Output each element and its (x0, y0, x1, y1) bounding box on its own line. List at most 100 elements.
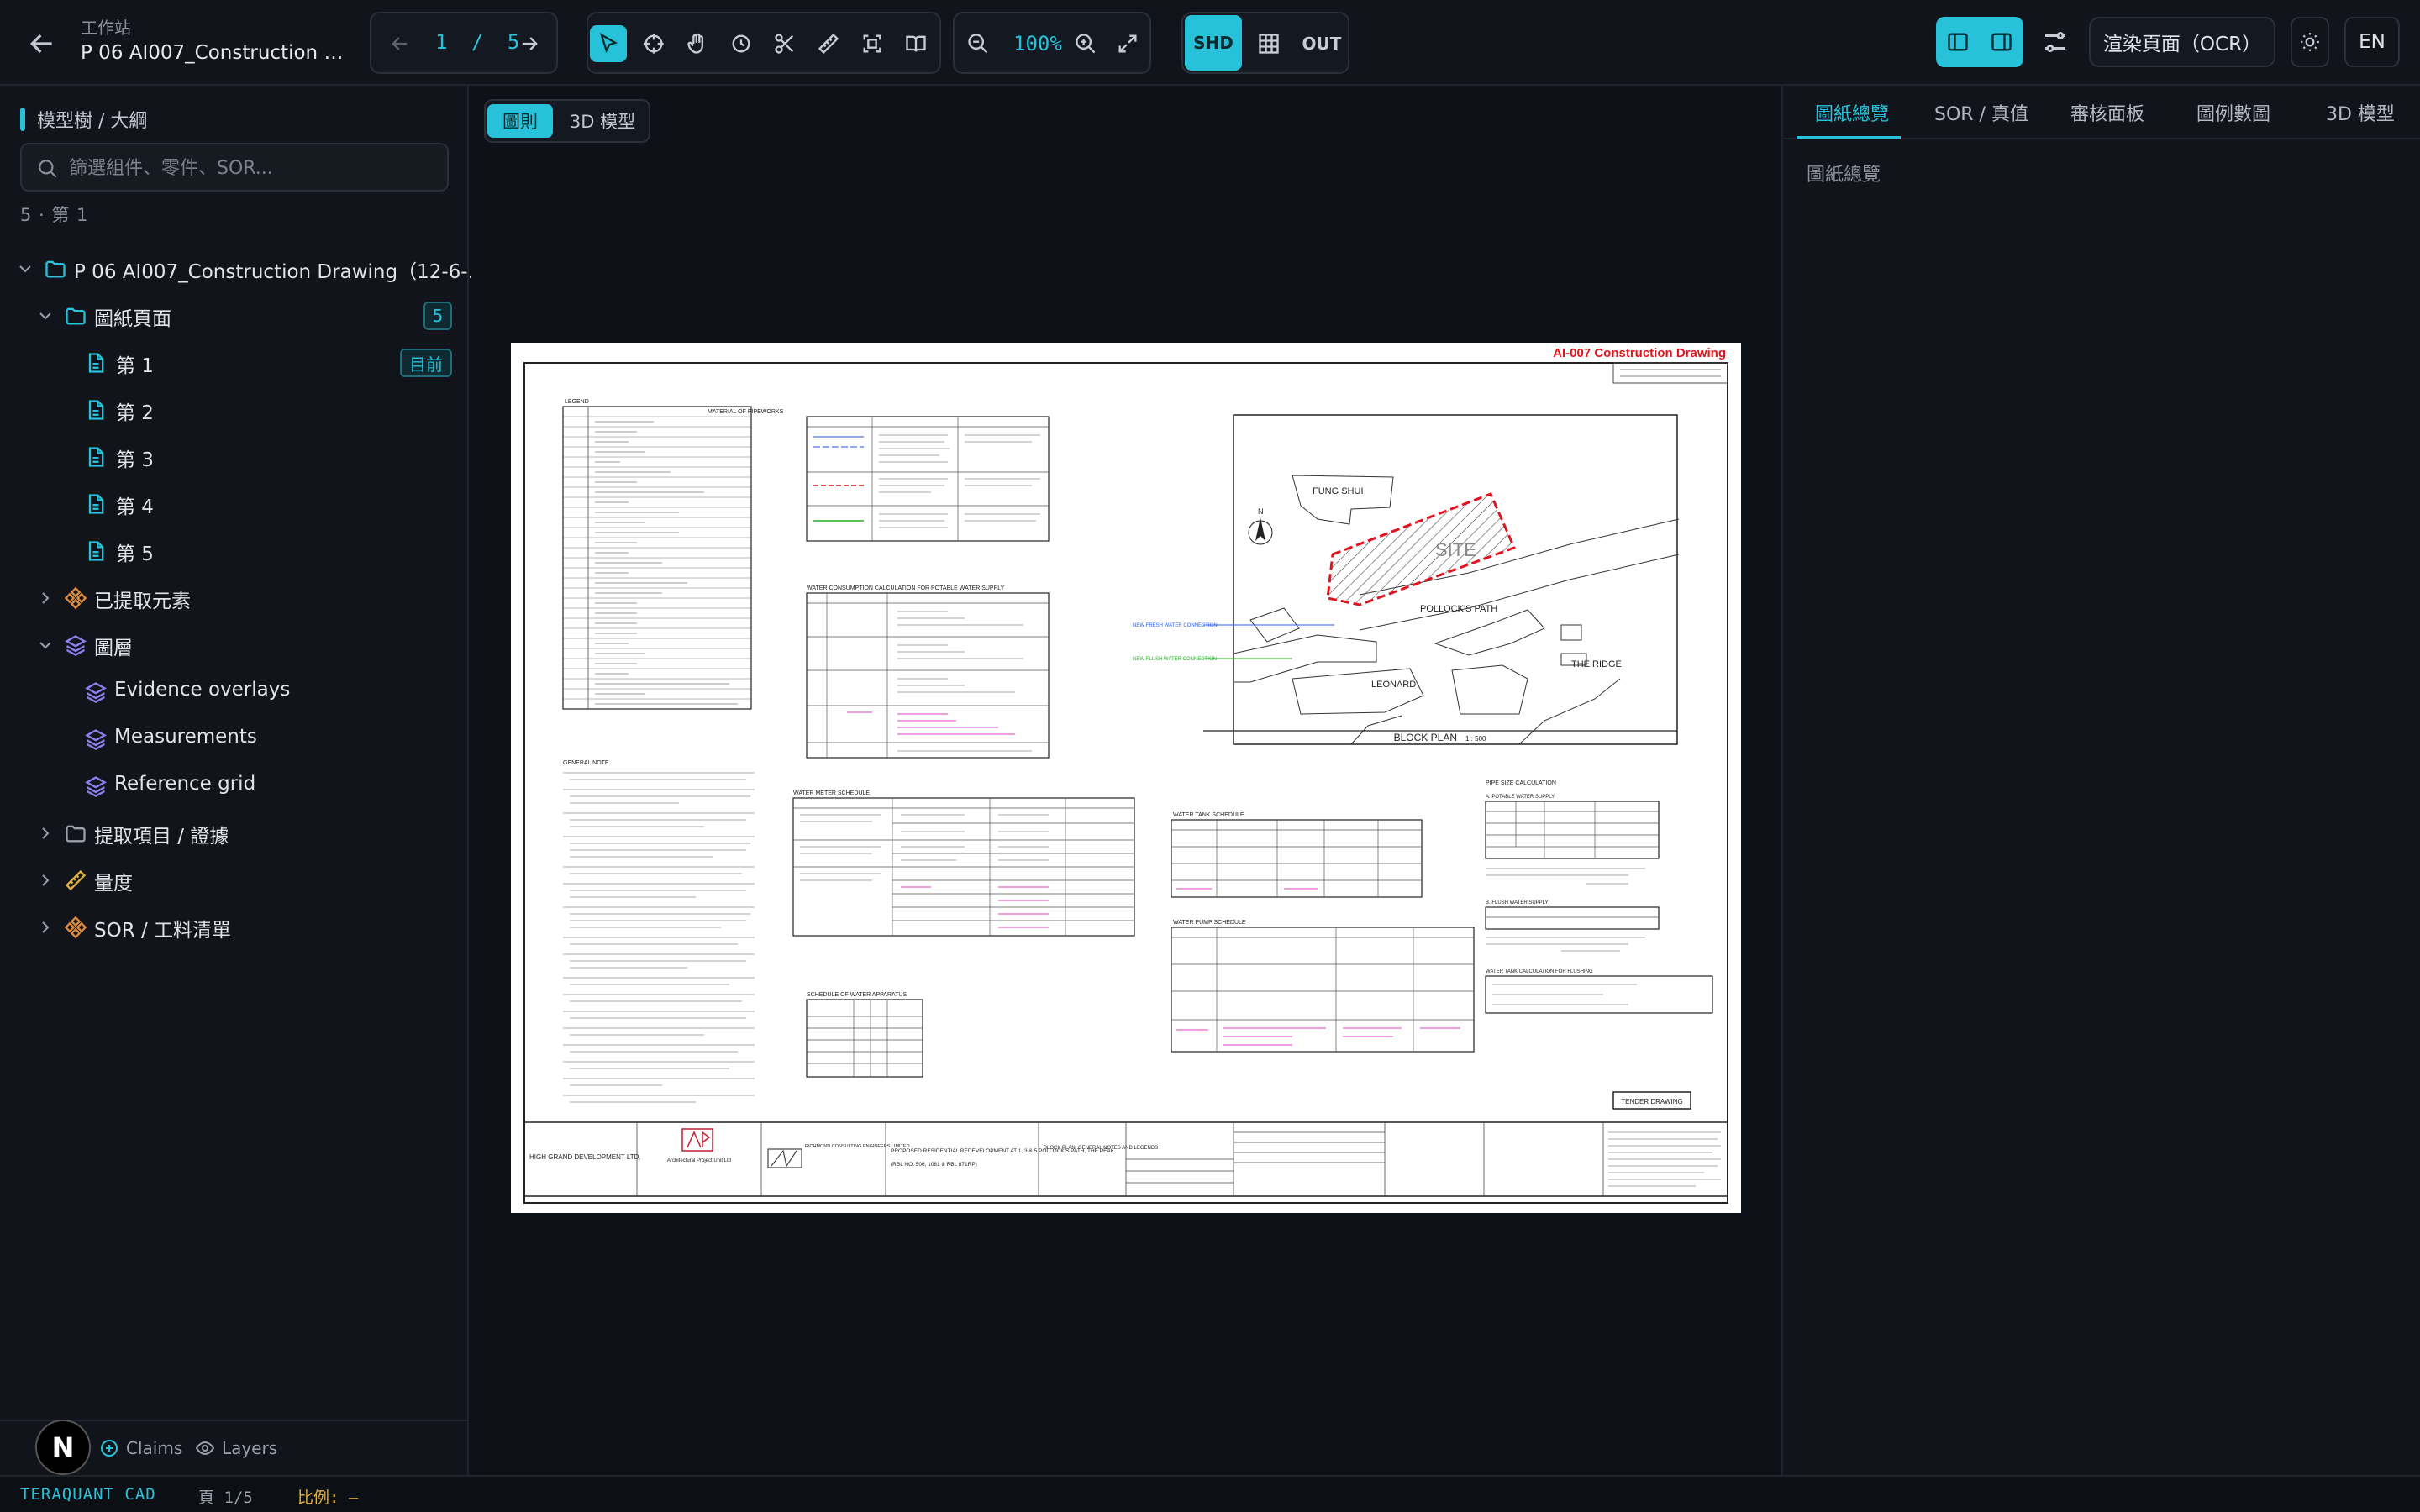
tab-legend-count[interactable]: 圖例數圖 (2196, 99, 2270, 126)
measure-tool[interactable] (810, 25, 847, 62)
layers-icon (85, 682, 107, 704)
chevron-right-icon[interactable] (35, 823, 55, 843)
mode-out-button[interactable]: OUT (1297, 25, 1346, 62)
tree-page-5[interactable]: 第 5 (0, 528, 467, 575)
prev-page-button[interactable] (381, 25, 418, 62)
left-panel-toggle[interactable] (1936, 17, 1980, 67)
right-panel-toggle[interactable] (1980, 17, 2023, 67)
north-arrow: N (1248, 507, 1273, 545)
zoom-in-icon (1076, 34, 1096, 54)
fit-view-button[interactable] (1109, 25, 1146, 62)
tab-drawing-overview[interactable]: 圖紙總覽 (1815, 99, 1889, 126)
arrow-right-icon (522, 37, 538, 50)
tree-claims[interactable]: 提取項目 / 證據 (0, 810, 467, 857)
extracted-label: 已提取元素 (94, 591, 191, 612)
tab-drawing[interactable]: 圖則 (487, 104, 553, 138)
tree-root-label: P 06 AI007_Construction Drawing（12-6-... (74, 261, 487, 283)
tab-3d-model[interactable]: 3D 模型 (558, 104, 647, 138)
tree-search-input[interactable] (69, 153, 439, 183)
chevron-right-icon[interactable] (35, 870, 55, 890)
pollocks-path-label: POLLOCK'S PATH (1420, 604, 1497, 614)
tree-page-1[interactable]: 第 1 目前 (0, 339, 467, 386)
tree-root[interactable]: P 06 AI007_Construction Drawing（12-6-... (0, 245, 487, 292)
snap-tool[interactable] (635, 25, 672, 62)
hand-icon (687, 33, 703, 54)
chevron-right-icon[interactable] (35, 917, 55, 937)
render-ocr-button[interactable]: 渲染頁面（OCR） (2089, 17, 2275, 67)
rotate-icon (732, 34, 750, 53)
water-meter-heading: WATER METER SCHEDULE (793, 790, 870, 796)
status-scale: 比例: — (297, 1488, 359, 1507)
theme-toggle[interactable] (2291, 17, 2329, 67)
sheet-title: BLOCK PLAN, GENERAL NOTES AND LEGENDS (1044, 1146, 1158, 1151)
chevron-down-icon[interactable] (15, 259, 35, 279)
drawing-sheet[interactable]: AI-007 Construction Drawing LEGEND MATER… (511, 343, 1741, 1213)
tab-3d-model-panel[interactable]: 3D 模型 (2326, 99, 2395, 126)
next-page-button[interactable] (511, 25, 548, 62)
sliders-icon[interactable] (2040, 27, 2070, 57)
mode-shd-button[interactable]: SHD (1185, 15, 1242, 71)
chevron-down-icon[interactable] (35, 306, 55, 326)
water-meter-grid (793, 798, 1134, 936)
zoom-out-button[interactable] (960, 25, 997, 62)
water-tank-grid (1171, 820, 1422, 897)
avatar[interactable]: N (35, 1420, 91, 1475)
sidebar-heading: 模型樹 / 大綱 (20, 106, 147, 133)
zoom-in-button[interactable] (1067, 25, 1104, 62)
tree-layers-group[interactable]: 圖層 (0, 622, 467, 669)
layers-icon (65, 635, 87, 657)
drawing-title: AI-007 Construction Drawing (1553, 346, 1726, 360)
document-title: P 06 AI007_Construction Dr... (81, 42, 358, 64)
tree-sor[interactable]: SOR / 工料清單 (0, 904, 467, 951)
claims-tab[interactable]: Claims (99, 1438, 182, 1458)
tree-layer-measurements[interactable]: Measurements (0, 716, 467, 763)
tender-drawing-stamp: TENDER DRAWING (1621, 1098, 1682, 1105)
right-panel-tabs: 圖紙總覽 SOR / 真值 審核面板 圖例數圖 3D 模型 (1783, 86, 2420, 139)
tool-group (587, 12, 941, 74)
tree-extracted[interactable]: 已提取元素 (0, 575, 467, 622)
sidebar-right-icon (1991, 33, 2012, 51)
quantities-label: 量度 (94, 873, 133, 895)
ruler-icon (818, 33, 839, 55)
tab-sor-truth[interactable]: SOR / 真值 (1934, 99, 2028, 126)
document-icon (88, 447, 104, 467)
tree-pages-group[interactable]: 圖紙頁面 5 (0, 292, 467, 339)
tree-layer-evidence[interactable]: Evidence overlays (0, 669, 467, 716)
client-name: HIGH GRAND DEVELOPMENT LTD. (529, 1153, 641, 1161)
chevron-down-icon[interactable] (35, 635, 55, 655)
cut-tool[interactable] (766, 25, 803, 62)
zoom-out-icon (968, 34, 988, 54)
rotate-tool[interactable] (723, 25, 760, 62)
arrow-left-icon (392, 37, 408, 50)
page-current: 1 (435, 30, 450, 54)
area-tool[interactable] (854, 25, 891, 62)
drawing-canvas[interactable]: 圖則 3D 模型 AI-007 Construction Drawing LEG… (471, 86, 1781, 1475)
layers-tab[interactable]: Layers (195, 1438, 277, 1458)
tree-page-2[interactable]: 第 2 (0, 386, 467, 433)
language-button[interactable]: EN (2344, 17, 2400, 67)
tree-page-3[interactable]: 第 3 (0, 433, 467, 480)
page-label: 第 3 (116, 449, 154, 471)
book-icon (906, 35, 926, 52)
tree-layer-grid[interactable]: Reference grid (0, 763, 467, 810)
chevron-right-icon[interactable] (35, 588, 55, 608)
pan-tool[interactable] (679, 25, 716, 62)
document-icon (88, 353, 104, 373)
view-tabs: 圖則 3D 模型 (484, 99, 650, 143)
block-plan-scale: 1 : 500 (1465, 735, 1486, 743)
potable-heading: A. POTABLE WATER SUPPLY (1486, 795, 1555, 800)
grid-toggle[interactable] (1250, 25, 1287, 62)
book-tool[interactable] (897, 25, 934, 62)
page-indicator[interactable]: 1 / 5 (435, 30, 521, 59)
tree-page-4[interactable]: 第 4 (0, 480, 467, 528)
document-icon (88, 494, 104, 514)
layer-label: Evidence overlays (114, 679, 291, 701)
page-label: 第 4 (116, 496, 154, 518)
back-arrow-icon[interactable] (25, 27, 59, 60)
tree-quantities[interactable]: 量度 (0, 857, 467, 904)
zoom-level[interactable]: 100% (1013, 32, 1062, 55)
fitments-grid (807, 1000, 923, 1077)
select-tool[interactable] (590, 25, 627, 62)
tab-review-panel[interactable]: 審核面板 (2070, 99, 2144, 126)
active-tab-underline (1797, 136, 1901, 139)
